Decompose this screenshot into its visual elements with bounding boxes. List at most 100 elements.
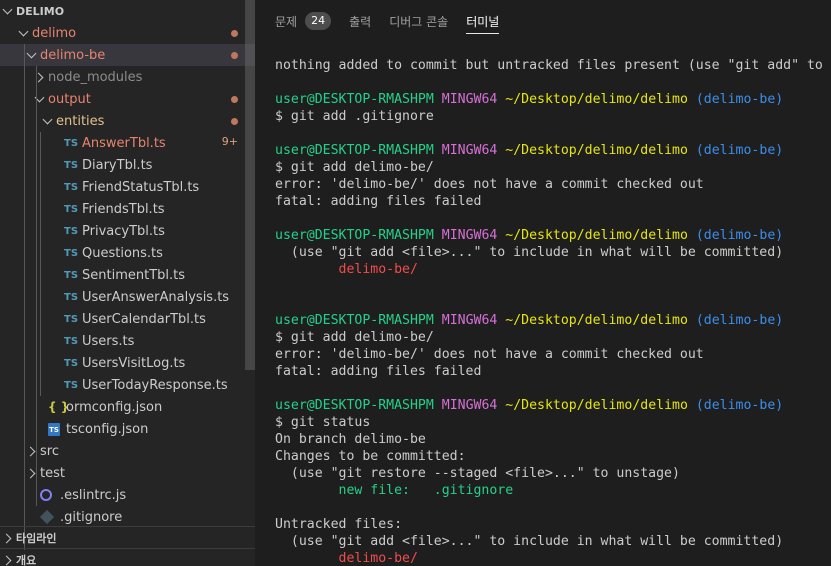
terminal-text: MINGW64 — [441, 92, 498, 107]
tree-item-label: Users.ts — [82, 333, 135, 349]
terminal-text: user@DESKTOP-RMASHPM — [275, 228, 434, 243]
modified-dot-icon — [231, 96, 238, 103]
terminal-text: $ git add delimo-be/ — [275, 330, 434, 345]
terminal-text: fatal: adding files failed — [275, 364, 482, 379]
tree-item-label: delimo — [32, 25, 77, 41]
explorer-section-1[interactable]: 개요 — [0, 548, 255, 566]
terminal-text: fatal: adding files failed — [275, 194, 482, 209]
terminal-text: MINGW64 — [441, 398, 498, 413]
terminal-line: new file: .gitignore — [275, 482, 831, 499]
tree-item-label: ormconfig.json — [66, 399, 163, 415]
problems-count-badge: 24 — [305, 12, 332, 30]
chevron-down-icon — [40, 113, 56, 129]
tree-item-label: src — [40, 443, 59, 459]
terminal-text: ~/Desktop/delimo/delimo — [505, 313, 688, 328]
terminal-text: delimo-be/ — [275, 551, 418, 566]
typescript-file-icon: TS — [64, 269, 79, 281]
tree-item[interactable]: TS AnswerTbl.ts 9+ — [0, 132, 255, 154]
explorer-scrollbar[interactable] — [245, 0, 255, 370]
terminal-text: ~/Desktop/delimo/delimo — [505, 398, 688, 413]
tree-item[interactable]: delimo — [0, 22, 255, 44]
explorer-section-0[interactable]: 타임라인 — [0, 526, 255, 548]
terminal-text: user@DESKTOP-RMASHPM — [275, 92, 434, 107]
tree-item[interactable]: .eslintrc.js — [0, 484, 255, 506]
typescript-file-icon: TS — [64, 357, 79, 369]
terminal-text: ~/Desktop/delimo/delimo — [505, 143, 688, 158]
terminal-output[interactable]: nothing added to commit but untracked fi… — [275, 57, 831, 566]
tree-item-label: test — [40, 465, 65, 481]
bottom-panel: 문제 24 출력 디버그 콘솔 터미널 nothing added to commit … — [255, 0, 831, 566]
terminal-line: error: 'delimo-be/' does not have a comm… — [275, 346, 831, 363]
explorer-sidebar: DELIMO delimo delimo-be node_modulesoutput e… — [0, 0, 255, 566]
tree-item[interactable]: output — [0, 88, 255, 110]
typescript-file-icon: TS — [64, 225, 79, 237]
tree-item[interactable]: test — [0, 462, 255, 484]
tree-item[interactable]: TS FriendStatusTbl.ts — [0, 176, 255, 198]
terminal-line: Changes to be committed: — [275, 448, 831, 465]
tree-item-label: output — [48, 91, 91, 107]
explorer-root-header[interactable]: DELIMO — [0, 0, 255, 22]
chevron-down-icon — [32, 91, 48, 107]
tree-item[interactable]: TS DiaryTbl.ts — [0, 154, 255, 176]
tree-item[interactable]: TS UsersVisitLog.ts — [0, 352, 255, 374]
terminal-line: $ git add delimo-be/ — [275, 159, 831, 176]
tree-item-label: Questions.ts — [82, 245, 163, 261]
tree-item[interactable]: src — [0, 440, 255, 462]
panel-tab[interactable]: 출력 — [349, 0, 371, 42]
tree-item[interactable]: TS UserCalendarTbl.ts — [0, 308, 255, 330]
chevron-right-icon — [24, 443, 40, 459]
tree-item[interactable]: node_modules — [0, 66, 255, 88]
terminal-text: $ git add .gitignore — [275, 109, 434, 124]
tree-item[interactable]: TS UserTodayResponse.ts — [0, 374, 255, 396]
tree-item[interactable]: TS FriendsTbl.ts — [0, 198, 255, 220]
terminal-text: (delimo-be) — [695, 92, 784, 107]
terminal-text: (delimo-be) — [695, 228, 784, 243]
terminal-line: user@DESKTOP-RMASHPM MINGW64 ~/Desktop/d… — [275, 227, 831, 244]
panel-tab[interactable]: 터미널 — [466, 0, 500, 42]
terminal-text: error: 'delimo-be/' does not have a comm… — [275, 347, 704, 362]
terminal-line: user@DESKTOP-RMASHPM MINGW64 ~/Desktop/d… — [275, 91, 831, 108]
modified-dot-icon — [231, 118, 238, 125]
terminal-text: $ git status — [275, 415, 371, 430]
terminal-text: $ git add delimo-be/ — [275, 160, 434, 175]
tsconfig-file-icon: TS — [48, 422, 60, 436]
tree-item[interactable]: TS Users.ts — [0, 330, 255, 352]
tree-item-label: AnswerTbl.ts — [82, 135, 166, 151]
terminal-line: fatal: adding files failed — [275, 363, 831, 380]
terminal-line: nothing added to commit but untracked fi… — [275, 57, 831, 74]
terminal-text: error: 'delimo-be/' does not have a comm… — [275, 177, 704, 192]
panel-tab[interactable]: 문제 24 — [275, 0, 332, 42]
terminal-line: delimo-be/ — [275, 550, 831, 566]
tree-item[interactable]: delimo-be — [0, 44, 255, 66]
terminal-line: (use "git add <file>..." to include in w… — [275, 533, 831, 550]
tree-item-label: PrivacyTbl.ts — [82, 223, 165, 239]
panel-tab-label: 출력 — [349, 14, 372, 29]
tree-item-label: UserAnswerAnalysis.ts — [82, 289, 230, 305]
tree-item-label: entities — [56, 113, 105, 129]
panel-tab[interactable]: 디버그 콘솔 — [389, 0, 448, 42]
tree-item[interactable]: { } ormconfig.json — [0, 396, 255, 418]
panel-tabs: 문제 24 출력 디버그 콘솔 터미널 — [255, 0, 831, 42]
tree-item[interactable]: TS tsconfig.json — [0, 418, 255, 440]
tree-item[interactable]: TS PrivacyTbl.ts — [0, 220, 255, 242]
tree-item[interactable]: TS Questions.ts — [0, 242, 255, 264]
chevron-down-icon — [24, 47, 40, 63]
tree-item-label: FriendsTbl.ts — [82, 201, 165, 217]
tree-item-label: DiaryTbl.ts — [82, 157, 153, 173]
typescript-file-icon: TS — [64, 291, 79, 303]
tree-item[interactable]: TS SentimentTbl.ts — [0, 264, 255, 286]
tree-item[interactable]: .gitignore — [0, 506, 255, 528]
tree-item[interactable]: entities — [0, 110, 255, 132]
tree-item-label: node_modules — [48, 69, 143, 85]
terminal-text: user@DESKTOP-RMASHPM — [275, 313, 434, 328]
tree-item[interactable]: TS UserAnswerAnalysis.ts — [0, 286, 255, 308]
terminal-line: error: 'delimo-be/' does not have a comm… — [275, 176, 831, 193]
